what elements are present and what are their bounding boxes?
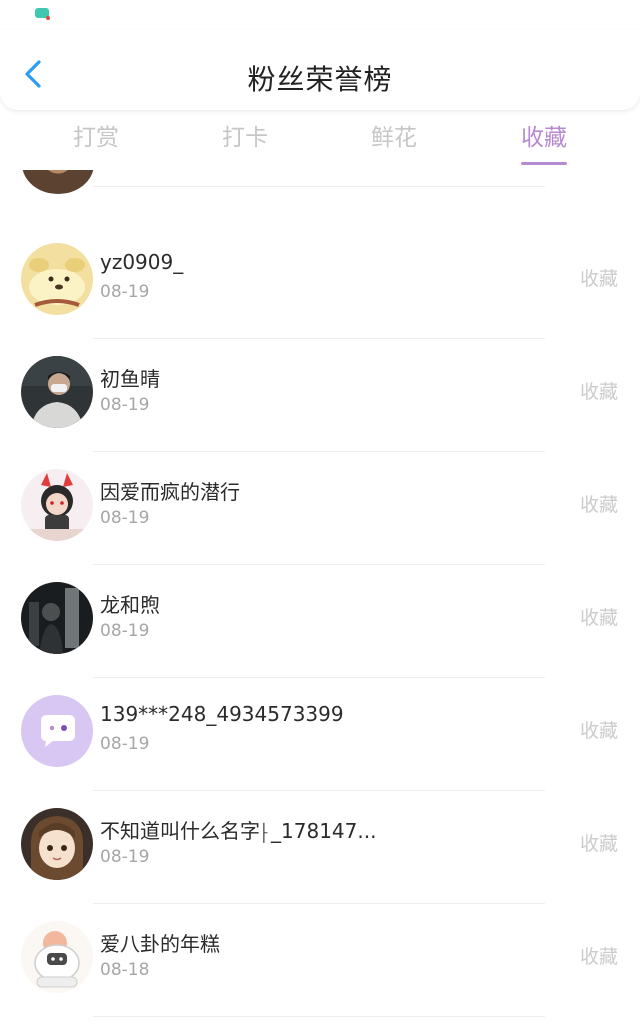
page-title: 粉丝荣誉榜 [247,63,393,96]
list-item[interactable]: 139***248_4934573399 08-19 收藏 [0,678,640,791]
list-item[interactable]: 因爱而疯的潜行 08-19 收藏 [0,452,640,565]
dark-photo-avatar [21,582,93,654]
action-label: 收藏 [579,607,618,629]
active-tab-indicator [521,162,567,165]
username: 不知道叫什么名字⸠_178147... [100,819,377,843]
anime-girl-avatar [21,808,93,880]
list-item[interactable]: 爱八卦的年糕 08-18 收藏 [0,904,640,1017]
date: 08-18 [100,960,150,980]
date: 08-19 [100,395,150,415]
username: 爱八卦的年糕 [100,932,220,956]
username: yz0909_ [100,250,184,274]
avatar [22,170,94,194]
action-label: 收藏 [579,720,618,742]
date: 08-19 [100,734,150,754]
cartoon-astronaut-avatar [21,921,93,993]
list-item[interactable]: yz0909_ 08-19 收藏 [0,226,640,339]
notification-dot-icon [46,16,50,20]
masked-person-avatar [21,356,93,428]
cartoon-dog-avatar [21,243,93,315]
devil-horn-avatar [21,469,93,541]
header-bar: 粉丝荣誉榜 [0,30,640,110]
date: 08-19 [100,847,150,867]
tab-favorites[interactable]: 收藏 [484,118,604,152]
action-label: 收藏 [579,946,618,968]
username: 139***248_4934573399 [100,702,344,726]
username: 龙和煦 [100,593,160,617]
username: 初鱼晴 [100,367,160,391]
default-chat-avatar [21,695,93,767]
list-item[interactable]: 龙和煦 08-19 收藏 [0,565,640,678]
divider [93,186,545,187]
username: 因爱而疯的潜行 [100,480,240,504]
action-label: 收藏 [579,494,618,516]
tab-checkin[interactable]: 打卡 [185,118,305,152]
tab-bar: 打赏 打卡 鲜花 收藏 [0,118,640,168]
fan-list[interactable]: yz0909_ 08-19 收藏 初鱼晴 08-19 收藏 因爱而疯的潜行 08… [0,170,640,1024]
action-label: 收藏 [579,268,618,290]
action-label: 收藏 [579,381,618,403]
date: 08-19 [100,621,150,641]
divider [93,1016,545,1017]
date: 08-19 [100,282,150,302]
action-label: 收藏 [579,833,618,855]
tab-tips[interactable]: 打赏 [36,118,156,152]
list-item[interactable]: 不知道叫什么名字⸠_178147... 08-19 收藏 [0,791,640,904]
tab-flowers[interactable]: 鲜花 [334,118,454,152]
date: 08-19 [100,508,150,528]
list-item[interactable]: 初鱼晴 08-19 收藏 [0,339,640,452]
status-bar [0,0,640,30]
